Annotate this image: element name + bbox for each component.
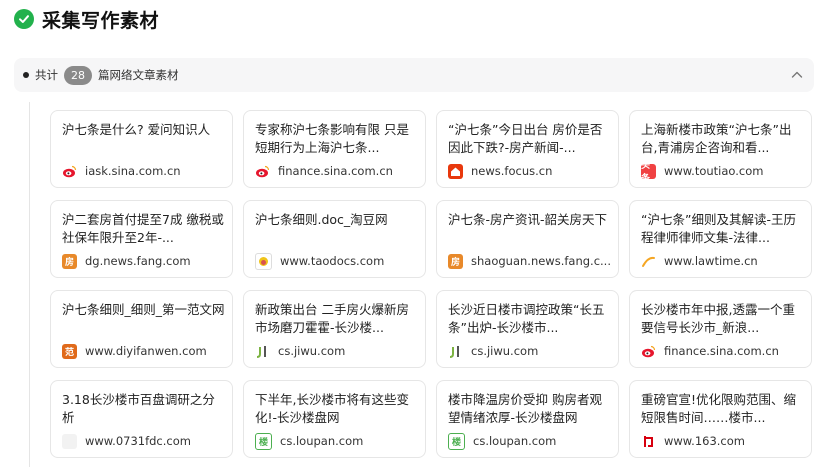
sina-weibo-icon bbox=[255, 164, 270, 179]
chevron-up-icon[interactable] bbox=[790, 68, 804, 82]
fang-icon: 房 bbox=[62, 253, 77, 269]
source-card[interactable]: 专家称沪七条影响有限 只是短期行为上海沪七条... finance.sina.co… bbox=[243, 110, 426, 188]
card-title: 3.18长沙楼市百盘调研之分析 bbox=[62, 392, 215, 425]
summary-bar[interactable]: 共计 28 篇网络文章素材 bbox=[14, 58, 814, 92]
source-card[interactable]: 沪七条-房产资讯-韶关房天下房 shaoguan.news.fang.c... bbox=[436, 200, 619, 278]
source-card[interactable]: 长沙楼市年中报,透露一个重要信号长沙市_新浪... finance.sina.co… bbox=[629, 290, 812, 368]
card-source: 房 shaoguan.news.fang.c... bbox=[448, 253, 613, 269]
taodocs-icon bbox=[255, 252, 272, 270]
source-domain[interactable]: www.lawtime.cn bbox=[664, 254, 758, 268]
source-domain[interactable]: cs.loupan.com bbox=[473, 434, 556, 448]
card-title: 上海新楼市政策“沪七条”出台,青浦房企咨询和看... bbox=[641, 122, 792, 155]
source-domain[interactable]: cs.jiwu.com bbox=[278, 344, 345, 358]
blank-icon bbox=[62, 433, 77, 449]
card-source: finance.sina.com.cn bbox=[255, 163, 420, 179]
source-card[interactable]: 沪七条细则.doc_淘豆网 www.taodocs.com bbox=[243, 200, 426, 278]
source-card[interactable]: 新政策出台 二手房火爆新房市场磨刀霍霍-长沙楼... cs.jiwu.com bbox=[243, 290, 426, 368]
card-title: 沪七条细则_细则_第一范文网 bbox=[62, 302, 225, 317]
card-source: cs.jiwu.com bbox=[255, 343, 420, 359]
card-source: www.163.com bbox=[641, 433, 806, 449]
toutiao-icon: 头条 bbox=[641, 163, 656, 179]
card-source: 头条 www.toutiao.com bbox=[641, 163, 806, 179]
jiwu-icon bbox=[255, 344, 270, 359]
sina-weibo-icon bbox=[62, 164, 77, 179]
source-card[interactable]: 上海新楼市政策“沪七条”出台,青浦房企咨询和看... 头条 www.toutiao.… bbox=[629, 110, 812, 188]
lawtime-icon bbox=[641, 254, 656, 269]
sina-weibo-icon bbox=[641, 344, 656, 359]
summary-suffix: 篇网络文章素材 bbox=[98, 68, 179, 82]
source-domain[interactable]: www.taodocs.com bbox=[280, 254, 384, 268]
check-circle-icon bbox=[14, 9, 34, 29]
card-source: 范 www.diyifanwen.com bbox=[62, 343, 227, 359]
source-domain[interactable]: www.163.com bbox=[664, 434, 745, 448]
focus-icon bbox=[448, 163, 463, 179]
timeline-rail bbox=[29, 102, 30, 467]
source-domain[interactable]: finance.sina.com.cn bbox=[278, 164, 393, 178]
card-title: 长沙楼市年中报,透露一个重要信号长沙市_新浪... bbox=[641, 302, 795, 335]
panel-header: 采集写作素材 bbox=[14, 6, 159, 32]
card-title: 沪二套房首付提至7成 缴税或社保年限升至2年-... bbox=[62, 212, 224, 245]
card-source: news.focus.cn bbox=[448, 163, 613, 179]
source-domain[interactable]: www.diyifanwen.com bbox=[85, 344, 207, 358]
card-title: 楼市降温房价受抑 购房者观望情绪浓厚-长沙楼盘网 bbox=[448, 392, 602, 425]
card-title: 长沙近日楼市调控政策“长五条”出炉-长沙楼市... bbox=[448, 302, 605, 335]
card-source: www.taodocs.com bbox=[255, 252, 420, 270]
source-domain[interactable]: cs.jiwu.com bbox=[471, 344, 538, 358]
source-domain[interactable]: news.focus.cn bbox=[471, 164, 552, 178]
card-title: 专家称沪七条影响有限 只是短期行为上海沪七条... bbox=[255, 122, 409, 155]
card-title: 沪七条是什么? 爱问知识人 bbox=[62, 122, 211, 137]
jiwu-icon bbox=[448, 344, 463, 359]
card-title: 沪七条细则.doc_淘豆网 bbox=[255, 212, 388, 227]
source-card[interactable]: 3.18长沙楼市百盘调研之分析 www.0731fdc.com bbox=[50, 380, 233, 458]
panel-title: 采集写作素材 bbox=[42, 9, 160, 32]
card-title: “沪七条”今日出台 房价是否因此下跌?-房产新闻-... bbox=[448, 122, 603, 155]
source-card[interactable]: “沪七条”今日出台 房价是否因此下跌?-房产新闻-... news.focus.c… bbox=[436, 110, 619, 188]
card-source: 楼 cs.loupan.com bbox=[255, 432, 420, 450]
loupan-icon: 楼 bbox=[255, 432, 272, 450]
card-source: 房 dg.news.fang.com bbox=[62, 253, 227, 269]
source-domain[interactable]: finance.sina.com.cn bbox=[664, 344, 779, 358]
source-domain[interactable]: cs.loupan.com bbox=[280, 434, 363, 448]
diyifanwen-icon: 范 bbox=[62, 343, 77, 359]
card-source: cs.jiwu.com bbox=[448, 343, 613, 359]
source-card[interactable]: 下半年,长沙楼市将有这些变化!-长沙楼盘网楼 cs.loupan.com bbox=[243, 380, 426, 458]
card-source: finance.sina.com.cn bbox=[641, 343, 806, 359]
card-title: 沪七条-房产资讯-韶关房天下 bbox=[448, 212, 608, 227]
count-badge: 28 bbox=[64, 65, 92, 85]
source-card[interactable]: 楼市降温房价受抑 购房者观望情绪浓厚-长沙楼盘网楼 cs.loupan.com bbox=[436, 380, 619, 458]
source-card[interactable]: 沪七条细则_细则_第一范文网范 www.diyifanwen.com bbox=[50, 290, 233, 368]
card-title: 下半年,长沙楼市将有这些变化!-长沙楼盘网 bbox=[255, 392, 409, 425]
source-card[interactable]: 沪七条是什么? 爱问知识人 iask.sina.com.cn bbox=[50, 110, 233, 188]
source-domain[interactable]: iask.sina.com.cn bbox=[85, 164, 181, 178]
card-source: www.lawtime.cn bbox=[641, 253, 806, 269]
loupan-icon: 楼 bbox=[448, 432, 465, 450]
card-source: www.0731fdc.com bbox=[62, 433, 227, 449]
card-source: 楼 cs.loupan.com bbox=[448, 432, 613, 450]
source-card[interactable]: “沪七条”细则及其解读-王历程律师律师文集-法律... www.lawtime.c… bbox=[629, 200, 812, 278]
source-card[interactable]: 沪二套房首付提至7成 缴税或社保年限升至2年-... 房 dg.news.fang.… bbox=[50, 200, 233, 278]
source-domain[interactable]: shaoguan.news.fang.c... bbox=[471, 254, 611, 268]
card-source: iask.sina.com.cn bbox=[62, 163, 227, 179]
source-domain[interactable]: www.toutiao.com bbox=[664, 164, 763, 178]
fang-icon: 房 bbox=[448, 253, 463, 269]
card-title: 新政策出台 二手房火爆新房市场磨刀霍霍-长沙楼... bbox=[255, 302, 409, 335]
card-title: 重磅官宣!优化限购范围、缩短限售时间……楼市... bbox=[641, 392, 797, 425]
source-card[interactable]: 重磅官宣!优化限购范围、缩短限售时间……楼市... www.163.com bbox=[629, 380, 812, 458]
netease-icon bbox=[641, 434, 656, 449]
summary-prefix: 共计 bbox=[35, 68, 58, 82]
bullet-dot-icon bbox=[23, 72, 29, 78]
source-domain[interactable]: dg.news.fang.com bbox=[85, 254, 191, 268]
source-card[interactable]: 长沙近日楼市调控政策“长五条”出炉-长沙楼市... cs.jiwu.com bbox=[436, 290, 619, 368]
card-title: “沪七条”细则及其解读-王历程律师律师文集-法律... bbox=[641, 212, 796, 245]
source-domain[interactable]: www.0731fdc.com bbox=[85, 434, 191, 448]
